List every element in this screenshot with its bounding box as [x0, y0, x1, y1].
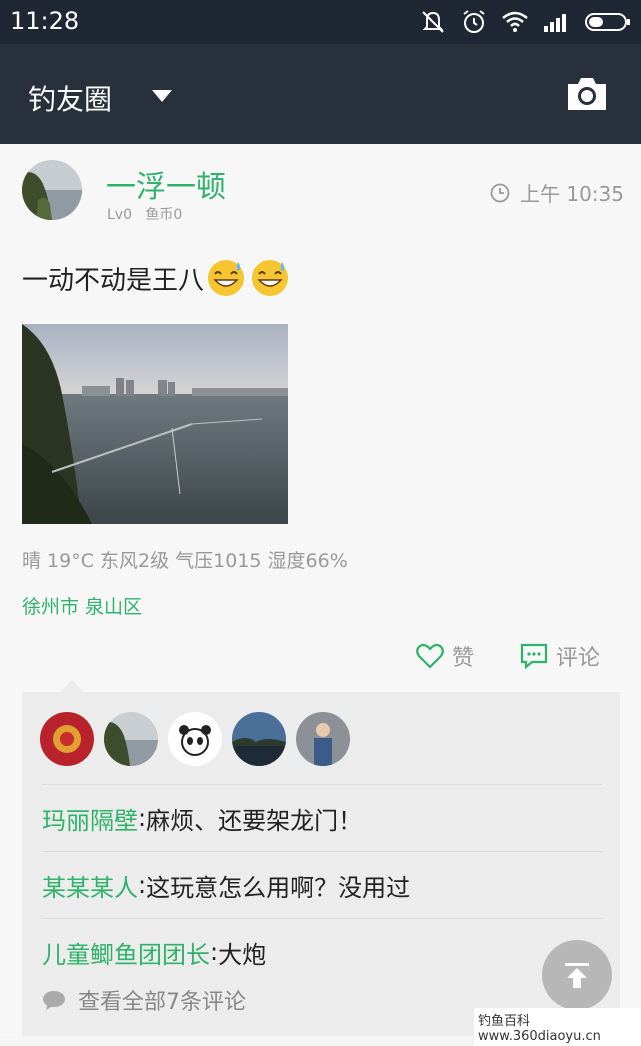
clock-icon: [490, 183, 510, 202]
post-actions: 赞 评论: [416, 640, 600, 672]
speech-bubble-icon: [43, 991, 65, 1010]
camera-icon[interactable]: [566, 76, 608, 112]
post-photo[interactable]: [22, 324, 288, 524]
signal-icon: [544, 14, 566, 32]
comment-list: 玛丽隔壁: 麻烦、还要架龙门！ 某某某人: 这玩意怎么用啊？没用过 儿童鲫鱼团团…: [22, 784, 620, 985]
comment-label: 评论: [556, 646, 601, 671]
liker-avatar[interactable]: [104, 712, 158, 766]
post-card: 一浮一顿 Lv0 鱼币0 上午 10:35 一动不动是王八 晴 19°C 东风2…: [0, 144, 641, 1036]
caret-down-icon[interactable]: [152, 90, 172, 102]
liker-avatar[interactable]: [232, 712, 286, 766]
avatar[interactable]: [22, 160, 82, 220]
post-time-text: 上午 10:35: [520, 182, 624, 206]
liker-avatars: [40, 712, 350, 766]
post-text-body: 一动不动是王八: [22, 265, 205, 296]
panel-pointer: [60, 680, 84, 692]
comment-item[interactable]: 儿童鲫鱼团团长: 大炮: [42, 918, 602, 985]
comment-button[interactable]: 评论: [520, 640, 600, 672]
weather-info: 晴 19°C 东风2级 气压1015 湿度66%: [22, 550, 348, 572]
post-time: 上午 10:35: [490, 178, 624, 207]
sweat-smile-emoji-icon: [208, 260, 245, 296]
page-title[interactable]: 钓友圈: [28, 78, 112, 118]
user-info: Lv0 鱼币0: [107, 204, 182, 224]
mute-icon: [422, 11, 444, 33]
post-text: 一动不动是王八: [22, 258, 290, 298]
status-time: 11:28: [10, 7, 80, 35]
heart-icon: [416, 643, 444, 669]
interaction-panel: 玛丽隔壁: 麻烦、还要架龙门！ 某某某人: 这玩意怎么用啊？没用过 儿童鲫鱼团团…: [22, 692, 620, 1036]
comment-icon: [520, 643, 548, 669]
comment-author[interactable]: 儿童鲫鱼团团长: [42, 935, 210, 970]
user-level: Lv0: [107, 207, 132, 223]
like-label: 赞: [452, 646, 475, 671]
comment-text: 麻烦、还要架龙门！: [146, 806, 363, 835]
status-bar: 11:28: [0, 0, 641, 44]
battery-icon: [585, 13, 630, 31]
liker-avatar[interactable]: [168, 712, 222, 766]
view-all-comments[interactable]: 查看全部7条评论: [42, 984, 246, 1016]
comment-separator: :: [210, 938, 219, 966]
comment-item[interactable]: 某某某人: 这玩意怎么用啊？没用过: [42, 851, 602, 918]
view-all-label: 查看全部7条评论: [78, 990, 246, 1015]
comment-separator: :: [138, 804, 147, 832]
scroll-to-top-button[interactable]: [542, 940, 612, 1010]
comment-author[interactable]: 某某某人: [42, 868, 138, 903]
comment-text: 大炮: [218, 940, 267, 969]
arrow-up-to-top-icon: [565, 963, 589, 988]
location-link[interactable]: 徐州市 泉山区: [22, 592, 142, 619]
alarm-icon: [463, 10, 485, 33]
comment-text: 这玩意怎么用啊？没用过: [146, 873, 411, 902]
comment-item[interactable]: 玛丽隔壁: 麻烦、还要架龙门！: [42, 784, 602, 851]
wifi-icon: [502, 11, 528, 32]
watermark: 钓鱼百科 www.360diaoyu.cn: [474, 1008, 641, 1046]
username[interactable]: 一浮一顿: [106, 162, 226, 206]
like-button[interactable]: 赞: [416, 640, 474, 672]
app-header: 钓友圈: [0, 44, 641, 144]
user-coins: 鱼币0: [145, 207, 183, 223]
comment-author[interactable]: 玛丽隔壁: [42, 801, 138, 836]
sweat-smile-emoji-icon: [252, 260, 289, 296]
liker-avatar[interactable]: [40, 712, 94, 766]
liker-avatar[interactable]: [296, 712, 350, 766]
comment-separator: :: [138, 871, 147, 899]
